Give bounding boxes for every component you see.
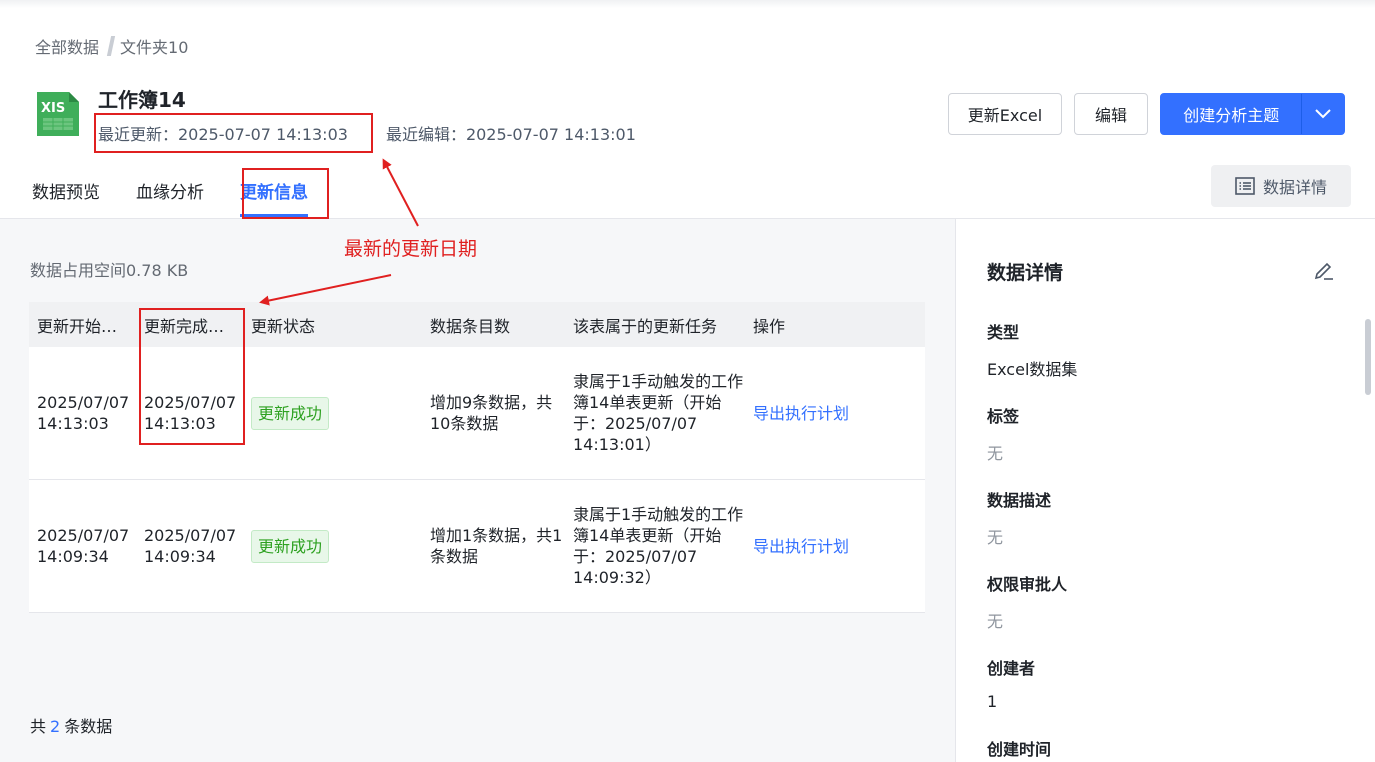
list-icon: [1235, 177, 1255, 195]
start-time: 2025/07/07 14:09:34: [37, 526, 130, 566]
export-plan-link[interactable]: 导出执行计划: [753, 537, 849, 556]
data-count: 增加1条数据，共1条数据: [430, 526, 563, 566]
data-detail-button[interactable]: 数据详情: [1211, 165, 1351, 207]
annotation-box-last-update: [94, 113, 373, 153]
last-edit-text: 最近编辑：2025-07-07 14:13:01: [385, 125, 636, 144]
top-shadow: [0, 0, 1375, 8]
detail-description: 数据描述 无: [987, 491, 1052, 547]
col-status: 更新状态: [251, 316, 316, 336]
col-task: 该表属于的更新任务: [573, 316, 718, 336]
create-topic-button[interactable]: 创建分析主题: [1161, 94, 1303, 134]
col-start[interactable]: 更新开始…: [29, 313, 136, 337]
update-excel-button[interactable]: 更新Excel: [948, 93, 1062, 135]
tab-lineage[interactable]: 血缘分析: [136, 178, 204, 218]
create-topic-button-group: 创建分析主题: [1160, 93, 1345, 135]
breadcrumb-root[interactable]: 全部数据: [35, 34, 99, 58]
detail-scrollbar[interactable]: [1365, 319, 1371, 395]
detail-tags: 标签 无: [987, 407, 1020, 463]
status-badge: 更新成功: [251, 529, 330, 563]
breadcrumb: 全部数据 文件夹10: [35, 34, 188, 58]
detail-created-time: 创建时间: [987, 740, 1052, 759]
update-task: 隶属于1手动触发的工作簿14单表更新（开始于：2025/07/07 14:13:…: [573, 372, 744, 454]
col-action: 操作: [753, 316, 786, 336]
detail-type: 类型 Excel数据集: [987, 323, 1078, 379]
detail-approver: 权限审批人 无: [987, 575, 1068, 631]
edit-icon[interactable]: [1313, 259, 1335, 285]
page-title: 工作簿14: [98, 88, 186, 112]
chevron-down-icon[interactable]: [1302, 94, 1344, 134]
detail-title: 数据详情: [987, 262, 1064, 284]
data-count: 增加9条数据，共10条数据: [430, 393, 553, 433]
table-row: 2025/07/07 14:09:34 2025/07/07 14:09:34 …: [29, 480, 925, 613]
detail-creator: 创建者 1: [987, 659, 1036, 711]
detail-panel: 数据详情 类型 Excel数据集 标签 无 数据描述 无 权限审批人 无 创建者…: [955, 219, 1375, 762]
svg-text:XIS: XIS: [41, 101, 65, 116]
col-count: 数据条目数: [430, 316, 511, 336]
annotation-box-end-time: [139, 308, 245, 445]
end-time: 2025/07/07 14:09:34: [144, 526, 237, 566]
total-number: 2: [50, 717, 61, 736]
edit-button[interactable]: 编辑: [1074, 93, 1148, 135]
annotation-text: 最新的更新日期: [344, 238, 478, 260]
status-badge: 更新成功: [251, 396, 330, 430]
storage-space-text: 数据占用空间0.78 KB: [30, 261, 189, 280]
breadcrumb-current: 文件夹10: [120, 38, 189, 57]
total-count: 共 2 条数据: [30, 717, 113, 736]
excel-file-icon: XIS: [35, 90, 81, 138]
start-time: 2025/07/07 14:13:03: [37, 393, 130, 433]
breadcrumb-separator: [106, 36, 116, 56]
data-detail-label: 数据详情: [1262, 178, 1327, 197]
tab-data-preview[interactable]: 数据预览: [32, 178, 100, 218]
annotation-box-tab: [242, 168, 329, 219]
export-plan-link[interactable]: 导出执行计划: [753, 404, 849, 423]
update-task: 隶属于1手动触发的工作簿14单表更新（开始于：2025/07/07 14:09:…: [573, 505, 744, 587]
